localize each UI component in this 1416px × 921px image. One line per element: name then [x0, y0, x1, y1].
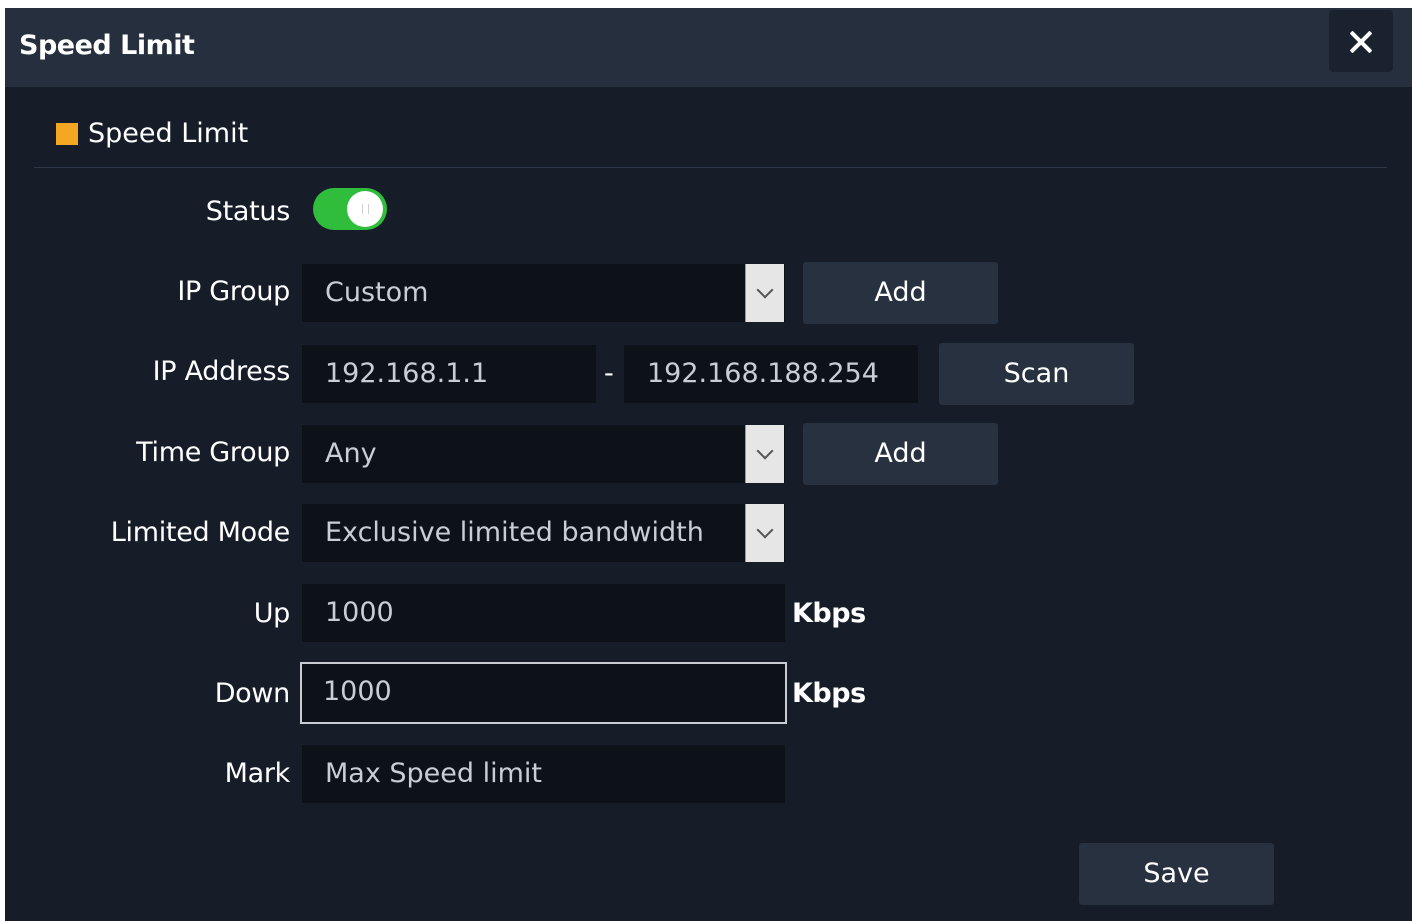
ip-start-input[interactable]: 192.168.1.1 — [302, 345, 596, 403]
up-input[interactable]: 1000 — [302, 584, 785, 642]
time-group-label: Time Group — [136, 437, 290, 468]
mark-label: Mark — [224, 758, 291, 789]
up-unit-label: Kbps — [792, 598, 866, 629]
chevron-down-icon[interactable] — [745, 425, 784, 483]
up-label: Up — [253, 598, 291, 629]
ip-group-add-button[interactable]: Add — [803, 262, 998, 324]
chevron-down-icon[interactable] — [745, 264, 784, 322]
ip-end-input[interactable]: 192.168.188.254 — [624, 345, 918, 403]
scan-button[interactable]: Scan — [939, 343, 1134, 405]
ip-group-label: IP Group — [177, 276, 290, 307]
ip-range-separator: - — [604, 358, 614, 389]
ip-address-label: IP Address — [152, 356, 291, 387]
down-unit-label: Kbps — [792, 678, 866, 709]
status-toggle[interactable] — [313, 188, 387, 230]
ip-group-select[interactable]: Custom — [302, 264, 785, 322]
down-input[interactable]: 1000 — [300, 662, 787, 724]
dialog-titlebar: Speed Limit — [5, 8, 1412, 87]
section-title: Speed Limit — [88, 118, 249, 149]
down-label: Down — [214, 678, 291, 709]
ip-group-value: Custom — [325, 277, 429, 308]
close-button[interactable] — [1329, 10, 1393, 72]
time-group-value: Any — [325, 438, 377, 469]
time-group-add-button[interactable]: Add — [803, 423, 998, 485]
section-divider — [34, 167, 1387, 168]
mark-input[interactable]: Max Speed limit — [302, 745, 785, 803]
section-marker-icon — [56, 123, 78, 145]
speed-limit-dialog: Speed Limit Speed Limit Status IP Group … — [5, 8, 1412, 921]
limited-mode-value: Exclusive limited bandwidth — [325, 517, 704, 548]
chevron-down-icon[interactable] — [745, 504, 784, 562]
dialog-title: Speed Limit — [19, 30, 195, 61]
save-button[interactable]: Save — [1079, 843, 1274, 905]
time-group-select[interactable]: Any — [302, 425, 785, 483]
limited-mode-select[interactable]: Exclusive limited bandwidth — [302, 504, 785, 562]
limited-mode-label: Limited Mode — [110, 517, 291, 548]
toggle-knob — [347, 191, 383, 227]
status-label: Status — [205, 196, 291, 227]
